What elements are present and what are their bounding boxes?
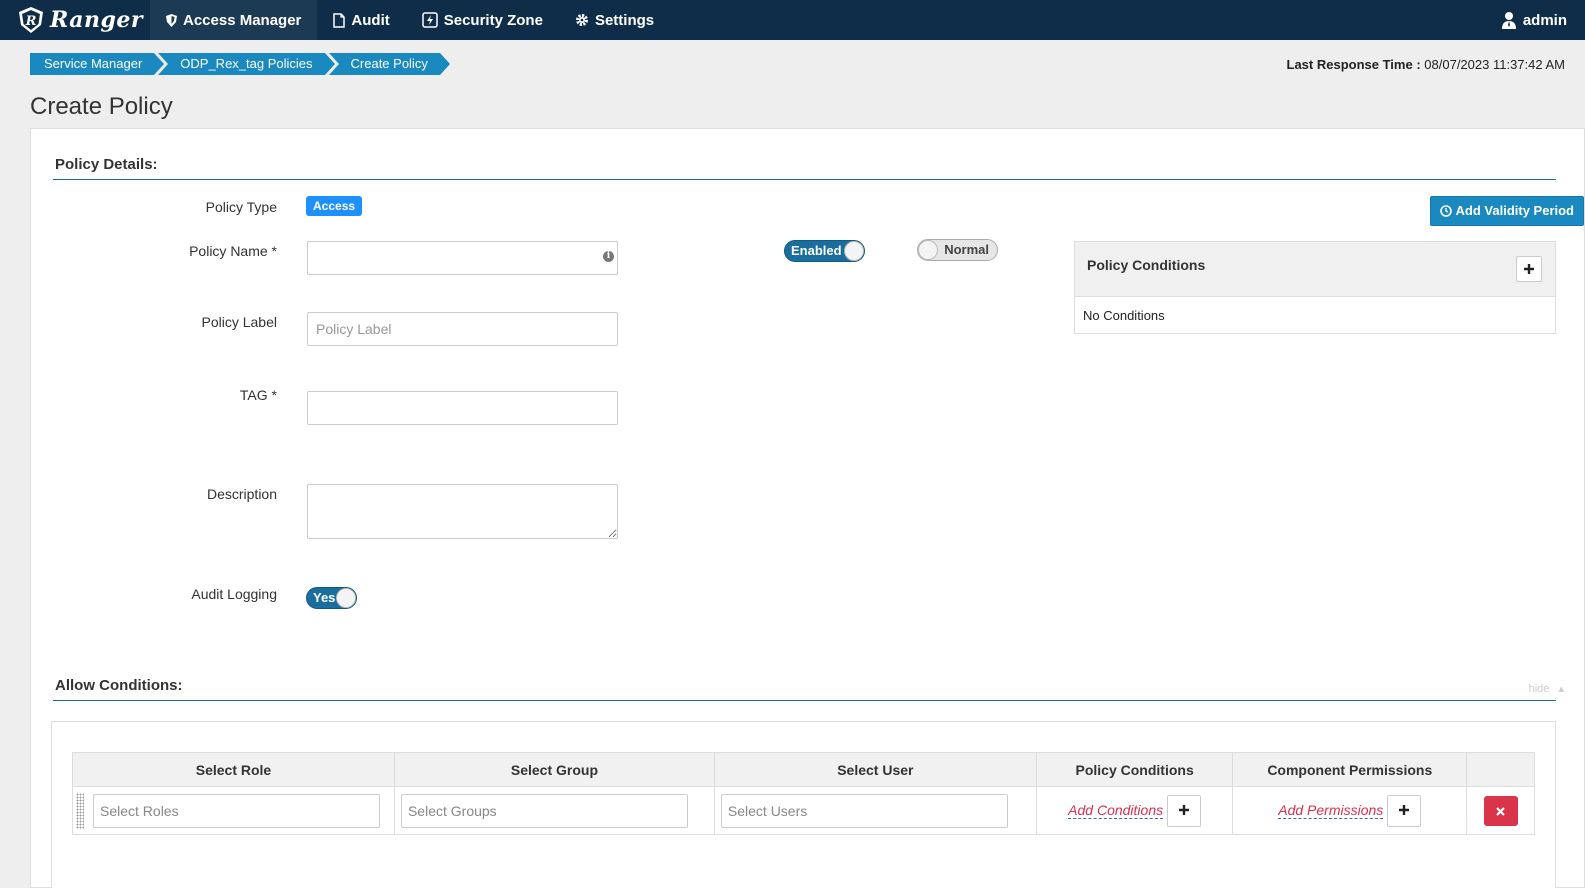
add-validity-period-button[interactable]: Add Validity Period: [1429, 196, 1584, 226]
close-icon: [1496, 806, 1505, 816]
toggle-knob: [336, 588, 356, 608]
policy-conditions-title: Policy Conditions: [1087, 257, 1206, 273]
last-response-label: Last Response Time :: [1286, 57, 1421, 72]
plus-icon: [1399, 804, 1410, 815]
conditions-actions: Add Conditions: [1043, 794, 1227, 827]
policy-name-label: Policy Name *: [189, 243, 277, 259]
allow-conditions-panel: Select Role Select Group Select User Pol…: [51, 721, 1556, 888]
select-groups-input[interactable]: [400, 793, 688, 828]
select-users-input[interactable]: [720, 793, 1008, 828]
table-row: Add Conditions Add Permissions: [72, 786, 1535, 835]
audit-logging-toggle[interactable]: Yes: [306, 587, 357, 609]
bolt-icon: [421, 12, 438, 28]
policy-conditions-empty: No Conditions: [1083, 308, 1165, 323]
nav-label: Security Zone: [443, 11, 543, 29]
column-header: Select Group: [393, 752, 715, 787]
file-icon: [333, 12, 346, 28]
roles-cell: [72, 786, 395, 835]
policy-name-input[interactable]: [307, 241, 618, 275]
gear-icon: [575, 13, 589, 27]
allow-conditions-title: Allow Conditions:: [55, 677, 183, 694]
column-header: Select User: [713, 752, 1037, 787]
column-header: [1466, 752, 1535, 787]
policy-type-badge: Access: [306, 196, 363, 216]
nav-settings[interactable]: Settings: [559, 0, 670, 40]
plus-icon: [1524, 264, 1534, 274]
create-policy-form: Policy Details: Policy Type Access Polic…: [30, 128, 1585, 888]
section-divider: [53, 700, 1556, 701]
groups-cell: [393, 786, 715, 835]
brand[interactable]: R Ranger: [0, 0, 150, 40]
users-cell: [713, 786, 1037, 835]
breadcrumb-policies[interactable]: ODP_Rex_tag Policies: [158, 53, 335, 75]
description-textarea[interactable]: [307, 484, 618, 539]
info-icon[interactable]: i: [603, 251, 614, 262]
delete-cell: [1466, 786, 1535, 835]
caret-up-icon: ▴: [1558, 683, 1564, 695]
page-title: Create Policy: [30, 93, 173, 120]
select-roles-input[interactable]: [93, 793, 380, 828]
add-permissions-button[interactable]: [1387, 794, 1422, 827]
user-icon: [1501, 11, 1517, 29]
nav-label: Audit: [351, 11, 390, 29]
last-response-value: 08/07/2023 11:37:42 AM: [1424, 57, 1565, 72]
nav-label: Access Manager: [183, 11, 302, 29]
policy-priority-toggle[interactable]: Normal: [917, 239, 998, 261]
policy-conditions-panel: Policy Conditions No Conditions: [1074, 241, 1556, 334]
add-conditions-button[interactable]: [1167, 794, 1202, 827]
policy-details-title: Policy Details:: [55, 156, 158, 173]
drag-handle-icon[interactable]: [76, 793, 84, 829]
permissions-actions: Add Permissions: [1239, 794, 1460, 827]
toggle-knob: [918, 240, 938, 260]
delete-row-button[interactable]: [1483, 795, 1518, 826]
button-label: Add Validity Period: [1455, 203, 1574, 218]
top-navbar: R Ranger Access Manager Audit Security Z…: [0, 0, 1585, 40]
nav-security-zone[interactable]: Security Zone: [406, 0, 559, 40]
toggle-label: Enabled: [791, 243, 842, 258]
nav-label: Settings: [594, 11, 655, 29]
nav-audit[interactable]: Audit: [317, 0, 405, 40]
permissions-cell: Add Permissions: [1232, 786, 1468, 835]
add-conditions-link[interactable]: Add Conditions: [1068, 802, 1164, 819]
section-divider: [53, 179, 1556, 180]
shield-icon: [166, 13, 177, 27]
toggle-label: Yes: [313, 590, 336, 605]
audit-logging-label: Audit Logging: [191, 586, 277, 602]
toggle-knob: [844, 241, 864, 261]
description-label: Description: [206, 486, 277, 502]
hide-label: hide: [1528, 683, 1550, 695]
toggle-label: Normal: [944, 242, 989, 257]
column-header: Component Permissions: [1232, 752, 1468, 787]
tag-label: TAG *: [239, 387, 277, 403]
clock-icon: [1439, 205, 1452, 217]
policy-type-label: Policy Type: [205, 199, 277, 215]
breadcrumb: Service Manager ODP_Rex_tag Policies Cre…: [30, 53, 451, 75]
policy-label-input[interactable]: [307, 312, 618, 346]
tag-input[interactable]: [307, 391, 618, 425]
conditions-cell: Add Conditions: [1035, 786, 1234, 835]
column-header: Select Role: [72, 752, 395, 787]
add-permissions-link[interactable]: Add Permissions: [1278, 802, 1384, 819]
last-response-time: Last Response Time : 08/07/2023 11:37:42…: [1287, 57, 1565, 72]
brand-name: Ranger: [50, 7, 144, 33]
hide-link[interactable]: hide ▴: [1529, 682, 1564, 695]
username: admin: [1522, 11, 1567, 29]
permissions-table: Select Role Select Group Select User Pol…: [72, 752, 1535, 835]
table-header-row: Select Role Select Group Select User Pol…: [72, 752, 1535, 787]
svg-text:R: R: [25, 14, 37, 29]
add-policy-condition-button[interactable]: [1516, 256, 1542, 282]
breadcrumb-create-policy[interactable]: Create Policy: [328, 53, 451, 75]
user-menu[interactable]: admin: [1501, 0, 1567, 40]
breadcrumb-service-manager[interactable]: Service Manager: [30, 53, 165, 75]
policy-conditions-header: Policy Conditions: [1075, 242, 1555, 297]
ranger-logo-icon: R: [19, 7, 43, 33]
nav-access-manager[interactable]: Access Manager: [150, 0, 318, 40]
column-header: Policy Conditions: [1035, 752, 1234, 787]
policy-label-label: Policy Label: [201, 314, 278, 330]
plus-icon: [1179, 804, 1190, 815]
policy-enabled-toggle[interactable]: Enabled: [784, 240, 865, 262]
